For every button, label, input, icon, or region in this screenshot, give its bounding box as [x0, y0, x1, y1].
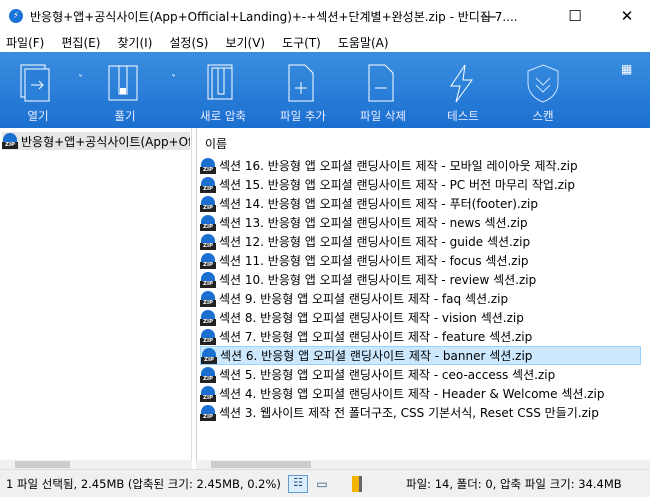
- details-view-icon[interactable]: ☷: [288, 474, 308, 493]
- add-file-button[interactable]: 파일 추가: [268, 52, 338, 128]
- menu-bar: 파일(F) 편집(E) 찾기(I) 설정(S) 보기(V) 도구(T) 도움말(…: [0, 32, 650, 52]
- delete-file-icon: [368, 64, 394, 102]
- zip-file-icon: ZIP: [200, 271, 216, 288]
- file-row[interactable]: ZIP 섹션 13. 반응형 앱 오피셜 랜딩사이트 제작 - news 섹션.z…: [200, 213, 641, 232]
- zip-file-icon: ZIP: [201, 347, 217, 364]
- menu-help[interactable]: 도움말(A): [338, 34, 389, 51]
- file-row[interactable]: ZIP 섹션 8. 반응형 앱 오피셜 랜딩사이트 제작 - vision 섹션.…: [200, 308, 641, 327]
- file-row[interactable]: ZIP 섹션 7. 반응형 앱 오피셜 랜딩사이트 제작 - feature 섹션…: [200, 327, 641, 346]
- zip-file-icon: ZIP: [200, 233, 216, 250]
- menu-settings[interactable]: 설정(S): [169, 34, 208, 51]
- file-name: 섹션 6. 반응형 앱 오피셜 랜딩사이트 제작 - banner 섹션.zip: [220, 349, 533, 363]
- zip-file-icon: ZIP: [200, 157, 216, 174]
- open-icon: [20, 64, 50, 102]
- maximize-button[interactable]: ☐: [552, 0, 598, 32]
- list-horizontal-scrollbar[interactable]: [196, 460, 650, 469]
- new-archive-button[interactable]: 새로 압축: [188, 52, 258, 128]
- file-row[interactable]: ZIP 섹션 4. 반응형 앱 오피셜 랜딩사이트 제작 - Header & W…: [200, 384, 641, 403]
- open-button[interactable]: 열기: [3, 52, 73, 128]
- file-name: 섹션 10. 반응형 앱 오피셜 랜딩사이트 제작 - review 섹션.zi…: [219, 273, 537, 287]
- file-row[interactable]: ZIP 섹션 6. 반응형 앱 오피셜 랜딩사이트 제작 - banner 섹션.…: [200, 346, 641, 365]
- file-name: 섹션 11. 반응형 앱 오피셜 랜딩사이트 제작 - focus 섹션.zip: [219, 254, 529, 268]
- file-name: 섹션 5. 반응형 앱 오피셜 랜딩사이트 제작 - ceo-access 섹션…: [219, 368, 556, 382]
- zip-file-icon: ZIP: [200, 366, 216, 383]
- zip-file-icon: ZIP: [2, 133, 18, 149]
- file-name: 섹션 16. 반응형 앱 오피셜 랜딩사이트 제작 - 모바일 레이아웃 제작.…: [219, 159, 578, 173]
- folder-tree-pane[interactable]: ZIP 반응형+앱+공식사이트(App+Official+Landing)+-+…: [0, 128, 192, 460]
- zip-file-icon: ZIP: [200, 195, 216, 212]
- file-row[interactable]: ZIP 섹션 12. 반응형 앱 오피셜 랜딩사이트 제작 - guide 섹션.…: [200, 232, 641, 251]
- file-name: 섹션 9. 반응형 앱 오피셜 랜딩사이트 제작 - faq 섹션.zip: [219, 292, 509, 306]
- zip-file-icon: ZIP: [200, 404, 216, 421]
- window-title: 반응형+앱+공식사이트(App+Official+Landing)+-+섹션+단…: [30, 9, 518, 24]
- file-name: 섹션 7. 반응형 앱 오피셜 랜딩사이트 제작 - feature 섹션.zi…: [219, 330, 533, 344]
- tree-horizontal-scrollbar[interactable]: [0, 460, 192, 469]
- zip-file-icon: ZIP: [200, 214, 216, 231]
- file-name: 섹션 13. 반응형 앱 오피셜 랜딩사이트 제작 - news 섹션.zip: [219, 216, 528, 230]
- menu-edit[interactable]: 편집(E): [61, 34, 100, 51]
- zip-file-icon: ZIP: [200, 328, 216, 345]
- file-row[interactable]: ZIP 섹션 11. 반응형 앱 오피셜 랜딩사이트 제작 - focus 섹션.…: [200, 251, 641, 270]
- zip-file-icon: ZIP: [200, 309, 216, 326]
- bandizip-app-icon: ⚡: [9, 9, 23, 23]
- file-row[interactable]: ZIP 섹션 9. 반응형 앱 오피셜 랜딩사이트 제작 - faq 섹션.zip: [200, 289, 641, 308]
- toolbar: 열기 ˅ 풀기 ˅ 새로 압축 파일 추가 파일 삭제 테스트 스캔 ▦: [0, 52, 650, 128]
- file-row[interactable]: ZIP 섹션 15. 반응형 앱 오피셜 랜딩사이트 제작 - PC 버전 마무리…: [200, 175, 641, 194]
- extract-button[interactable]: 풀기: [90, 52, 160, 128]
- archive-summary: 파일: 14, 폴더: 0, 압축 파일 크기: 34.4MB: [406, 476, 622, 491]
- file-name: 섹션 14. 반응형 앱 오피셜 랜딩사이트 제작 - 푸터(footer).z…: [219, 197, 539, 211]
- file-row[interactable]: ZIP 섹션 16. 반응형 앱 오피셜 랜딩사이트 제작 - 모바일 레이아웃 …: [200, 156, 641, 175]
- layout-grid-icon[interactable]: ▦: [621, 62, 632, 76]
- file-name: 섹션 4. 반응형 앱 오피셜 랜딩사이트 제작 - Header & Welc…: [219, 387, 605, 401]
- menu-find[interactable]: 찾기(I): [117, 34, 152, 51]
- archive-info-icon: [352, 475, 362, 492]
- file-row[interactable]: ZIP 섹션 3. 웹사이트 제작 전 폴더구조, CSS 기본서식, Reset…: [200, 403, 641, 422]
- selection-status: 1 파일 선택됨, 2.45MB (압축된 크기: 2.45MB, 0.2%): [6, 476, 281, 491]
- zip-file-icon: ZIP: [200, 252, 216, 269]
- title-bar: ⚡ 반응형+앱+공식사이트(App+Official+Landing)+-+섹션…: [0, 0, 650, 32]
- file-row[interactable]: ZIP 섹션 5. 반응형 앱 오피셜 랜딩사이트 제작 - ceo-access…: [200, 365, 641, 384]
- file-name: 섹션 12. 반응형 앱 오피셜 랜딩사이트 제작 - guide 섹션.zip: [219, 235, 531, 249]
- menu-view[interactable]: 보기(V): [225, 34, 265, 51]
- tree-item-archive-root[interactable]: ZIP 반응형+앱+공식사이트(App+Official+Landing)+-+…: [2, 132, 190, 150]
- test-button[interactable]: 테스트: [428, 52, 498, 128]
- file-name: 섹션 8. 반응형 앱 오피셜 랜딩사이트 제작 - vision 섹션.zip: [219, 311, 524, 325]
- menu-tools[interactable]: 도구(T): [282, 34, 321, 51]
- zip-file-icon: ZIP: [200, 176, 216, 193]
- file-name: 섹션 15. 반응형 앱 오피셜 랜딩사이트 제작 - PC 버전 마무리 작업…: [219, 178, 575, 192]
- menu-file[interactable]: 파일(F): [6, 34, 44, 51]
- file-row[interactable]: ZIP 섹션 10. 반응형 앱 오피셜 랜딩사이트 제작 - review 섹션…: [200, 270, 641, 289]
- close-button[interactable]: ✕: [604, 0, 650, 32]
- new-archive-icon: [207, 64, 233, 100]
- delete-file-button[interactable]: 파일 삭제: [348, 52, 418, 128]
- add-file-icon: [288, 64, 314, 102]
- file-row[interactable]: ZIP 섹션 14. 반응형 앱 오피셜 랜딩사이트 제작 - 푸터(footer…: [200, 194, 641, 213]
- file-name: 섹션 3. 웹사이트 제작 전 폴더구조, CSS 기본서식, Reset CS…: [219, 406, 599, 420]
- lightning-icon: [450, 64, 473, 103]
- zip-file-icon: ZIP: [200, 385, 216, 402]
- file-list-pane[interactable]: 이름 ZIP 섹션 16. 반응형 앱 오피셜 랜딩사이트 제작 - 모바일 레이…: [196, 128, 650, 460]
- open-dropdown-chevron-icon[interactable]: ˅: [78, 74, 83, 85]
- minimize-button[interactable]: —: [466, 0, 512, 32]
- extract-dropdown-chevron-icon[interactable]: ˅: [171, 74, 176, 85]
- zip-file-icon: ZIP: [200, 290, 216, 307]
- scan-button[interactable]: 스캔: [508, 52, 578, 128]
- shield-icon: [527, 64, 559, 103]
- thumbnail-view-icon[interactable]: ▭: [312, 477, 332, 491]
- status-bar: 1 파일 선택됨, 2.45MB (압축된 크기: 2.45MB, 0.2%) …: [0, 469, 650, 497]
- column-header-name[interactable]: 이름: [205, 135, 227, 152]
- extract-icon: [108, 65, 138, 101]
